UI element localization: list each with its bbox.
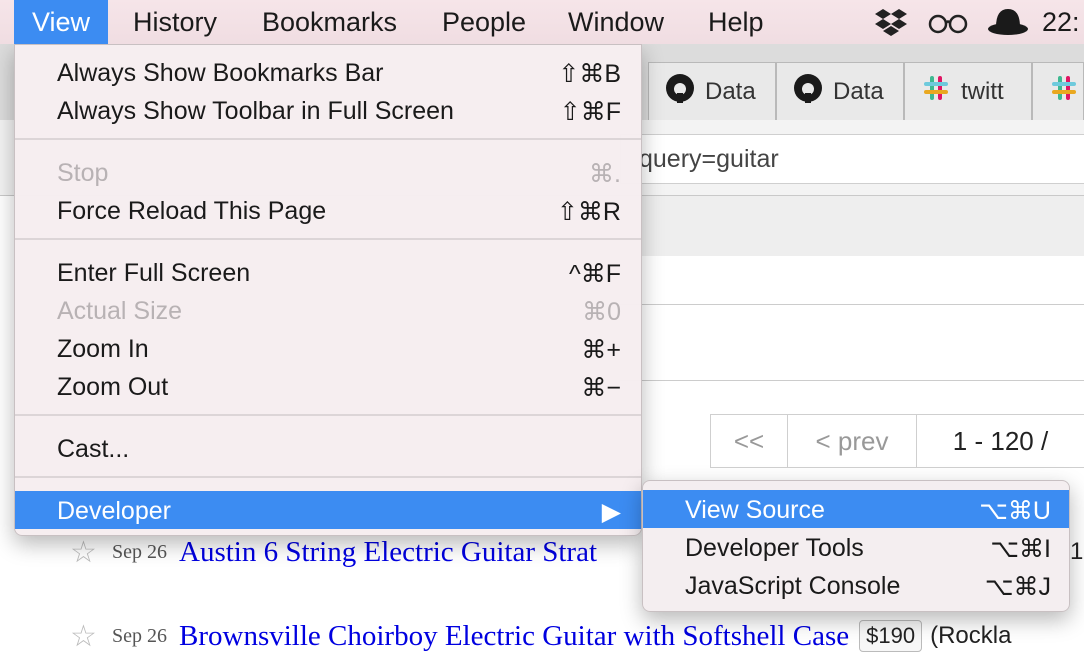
listing-location: (Rockla bbox=[930, 622, 1012, 649]
menu-item-cast[interactable]: Cast... bbox=[15, 429, 641, 467]
menu-item-always-show-toolbar[interactable]: Always Show Toolbar in Full Screen ⇧⌘F bbox=[15, 91, 641, 129]
menu-help[interactable]: Help bbox=[708, 0, 764, 44]
menu-history[interactable]: History bbox=[133, 0, 217, 44]
tab-github-1[interactable]: Data bbox=[648, 62, 776, 120]
menu-item-zoom-in[interactable]: Zoom In ⌘+ bbox=[15, 329, 641, 367]
github-icon bbox=[665, 73, 695, 110]
menu-bookmarks[interactable]: Bookmarks bbox=[262, 0, 397, 44]
menu-separator bbox=[15, 238, 641, 240]
glasses-icon[interactable] bbox=[928, 0, 968, 44]
menu-item-javascript-console[interactable]: JavaScript Console ⌥⌘J bbox=[643, 566, 1069, 604]
menu-bar: View History Bookmarks People Window Hel… bbox=[0, 0, 1084, 44]
menu-view[interactable]: View bbox=[14, 0, 109, 44]
menu-window[interactable]: Window bbox=[568, 0, 664, 44]
menu-item-developer-tools[interactable]: Developer Tools ⌥⌘I bbox=[643, 528, 1069, 566]
shortcut: ⌘0 bbox=[582, 298, 621, 326]
menu-item-actual-size: Actual Size ⌘0 bbox=[57, 297, 621, 326]
tab-label: Data bbox=[705, 77, 756, 105]
tab-label: Data bbox=[833, 77, 884, 105]
submenu-arrow-icon: ▶ bbox=[601, 498, 621, 526]
shortcut: ⌥⌘I bbox=[990, 535, 1051, 563]
pager-prev-button[interactable]: < prev bbox=[787, 414, 917, 468]
slack-icon bbox=[1049, 73, 1079, 110]
tab-github-2[interactable]: Data bbox=[776, 62, 904, 120]
menu-item-stop: Stop ⌘. bbox=[57, 159, 621, 188]
menu-item-developer[interactable]: Developer ▶ bbox=[15, 491, 641, 529]
menu-item-enter-full-screen[interactable]: Enter Full Screen ^⌘F bbox=[15, 253, 641, 291]
clock[interactable]: 22: bbox=[1042, 0, 1080, 44]
pager-first-button[interactable]: << bbox=[710, 414, 788, 468]
menu-separator bbox=[15, 414, 641, 416]
divider bbox=[620, 380, 1084, 381]
price-badge: $190 bbox=[859, 620, 923, 652]
shortcut: ⌥⌘U bbox=[979, 497, 1051, 525]
list-item: ☆ Sep 26 Brownsville Choirboy Electric G… bbox=[70, 614, 1011, 658]
menu-item-zoom-out[interactable]: Zoom Out ⌘− bbox=[15, 367, 641, 405]
menu-people[interactable]: People bbox=[442, 0, 526, 44]
tab-slack-1[interactable]: twitt bbox=[904, 62, 1032, 120]
menu-separator bbox=[15, 476, 641, 478]
star-icon[interactable]: ☆ bbox=[70, 619, 106, 654]
listing-date: Sep 26 bbox=[112, 624, 167, 647]
shortcut: ⌥⌘J bbox=[984, 573, 1051, 601]
tab-label: twitt bbox=[961, 77, 1004, 105]
shortcut: ⌘− bbox=[581, 374, 621, 402]
slack-icon bbox=[921, 73, 951, 110]
menu-separator bbox=[15, 138, 641, 140]
shortcut: ⇧⌘F bbox=[559, 98, 621, 126]
listing-title-link[interactable]: Brownsville Choirboy Electric Guitar wit… bbox=[179, 620, 849, 653]
menu-item-always-show-bookmarks-bar[interactable]: Always Show Bookmarks Bar ⇧⌘B bbox=[15, 53, 641, 91]
shortcut: ⌘+ bbox=[581, 336, 621, 364]
shortcut: ⌘. bbox=[589, 160, 621, 188]
menu-item-view-source[interactable]: View Source ⌥⌘U bbox=[643, 490, 1069, 528]
shortcut: ⇧⌘B bbox=[558, 60, 621, 88]
dropbox-icon[interactable] bbox=[874, 0, 908, 44]
shortcut: ^⌘F bbox=[568, 260, 621, 288]
tab-slack-2[interactable] bbox=[1032, 62, 1084, 120]
menu-item-force-reload[interactable]: Force Reload This Page ⇧⌘R bbox=[15, 191, 641, 229]
github-icon bbox=[793, 73, 823, 110]
star-icon[interactable]: ☆ bbox=[70, 535, 106, 570]
pager-range: 1 - 120 / bbox=[916, 414, 1084, 468]
incognito-hat-icon[interactable] bbox=[986, 0, 1030, 44]
search-header-band bbox=[620, 196, 1084, 256]
listing-date: Sep 26 bbox=[112, 540, 167, 563]
address-bar[interactable]: query=guitar bbox=[620, 134, 1084, 184]
developer-submenu: View Source ⌥⌘U Developer Tools ⌥⌘I Java… bbox=[642, 480, 1070, 612]
view-menu-dropdown: Always Show Bookmarks Bar ⇧⌘B Always Sho… bbox=[14, 44, 642, 536]
list-item: ☆ Sep 26 Austin 6 String Electric Guitar… bbox=[70, 530, 597, 574]
listing-title-link[interactable]: Austin 6 String Electric Guitar Strat bbox=[179, 536, 597, 569]
shortcut: ⇧⌘R bbox=[556, 198, 621, 226]
divider bbox=[620, 304, 1084, 305]
